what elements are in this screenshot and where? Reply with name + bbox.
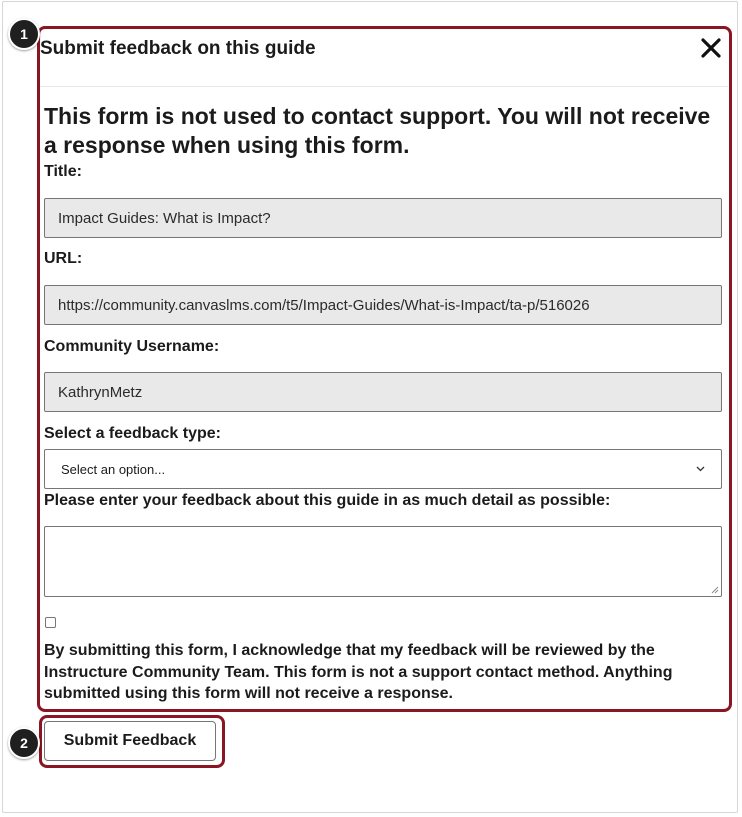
dialog-title: Submit feedback on this guide bbox=[40, 38, 316, 59]
title-field[interactable]: Impact Guides: What is Impact? bbox=[44, 198, 722, 238]
username-label: Community Username: bbox=[44, 338, 220, 355]
url-label: URL: bbox=[44, 250, 83, 267]
title-divider bbox=[40, 86, 728, 87]
callout-badge-1: 1 bbox=[8, 18, 40, 50]
callout-badge-2: 2 bbox=[8, 727, 40, 759]
feedback-type-selected: Select an option... bbox=[61, 461, 166, 477]
acknowledgement-text: By submitting this form, I acknowledge t… bbox=[44, 642, 673, 702]
feedback-label: Please enter your feedback about this gu… bbox=[44, 492, 611, 509]
acknowledge-checkbox[interactable] bbox=[45, 617, 56, 628]
support-warning: This form is not used to contact support… bbox=[44, 103, 711, 158]
chevron-down-icon bbox=[696, 466, 705, 472]
url-field[interactable]: https://community.canvaslms.com/t5/Impac… bbox=[44, 285, 722, 325]
feedback-textarea[interactable] bbox=[44, 526, 722, 597]
feedback-type-label: Select a feedback type: bbox=[44, 425, 221, 442]
resize-grip-icon[interactable] bbox=[711, 586, 719, 594]
submit-feedback-button[interactable]: Submit Feedback bbox=[44, 721, 216, 761]
title-label: Title: bbox=[44, 163, 82, 180]
username-field[interactable]: KathrynMetz bbox=[44, 372, 722, 412]
feedback-type-select[interactable]: Select an option... bbox=[44, 449, 722, 489]
close-icon bbox=[701, 38, 721, 58]
close-button[interactable] bbox=[694, 31, 728, 65]
